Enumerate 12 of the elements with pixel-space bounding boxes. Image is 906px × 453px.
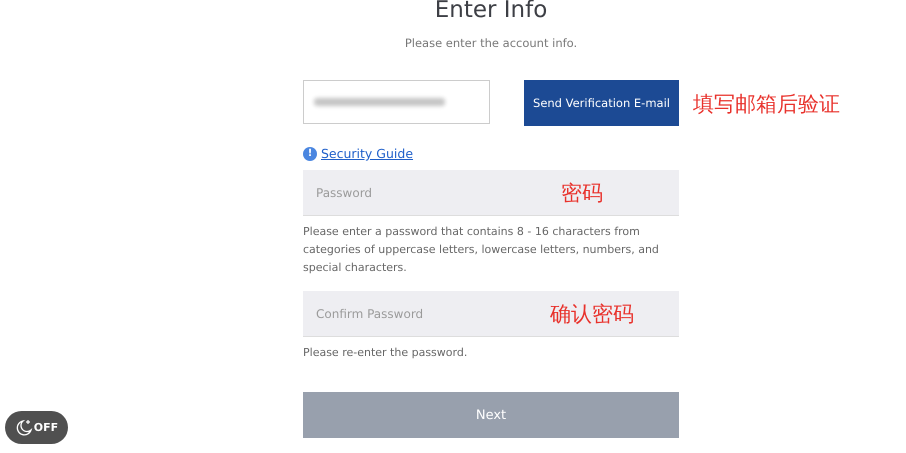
annotation-text: 填写邮箱后验证 [693, 91, 840, 118]
security-guide-link[interactable]: Security Guide [321, 146, 414, 161]
annotation-text: 确认密码 [550, 301, 634, 328]
email-field[interactable] [303, 80, 490, 124]
confirm-password-hint: Please re-enter the password. [303, 345, 468, 361]
night-mode-toggle[interactable]: OFF [5, 411, 68, 444]
moon-icon [14, 418, 33, 436]
page-subtitle: Please enter the account info. [404, 36, 578, 50]
info-icon: ! [303, 146, 317, 160]
annotation-text: 密码 [561, 180, 603, 207]
password-hint: Please enter a password that contains 8 - 16 characters from categories of uppercase letters, lowercase letters, numbers, and special characters. [303, 224, 660, 276]
send-verification-button[interactable]: Send Verification E-mail [524, 80, 679, 126]
